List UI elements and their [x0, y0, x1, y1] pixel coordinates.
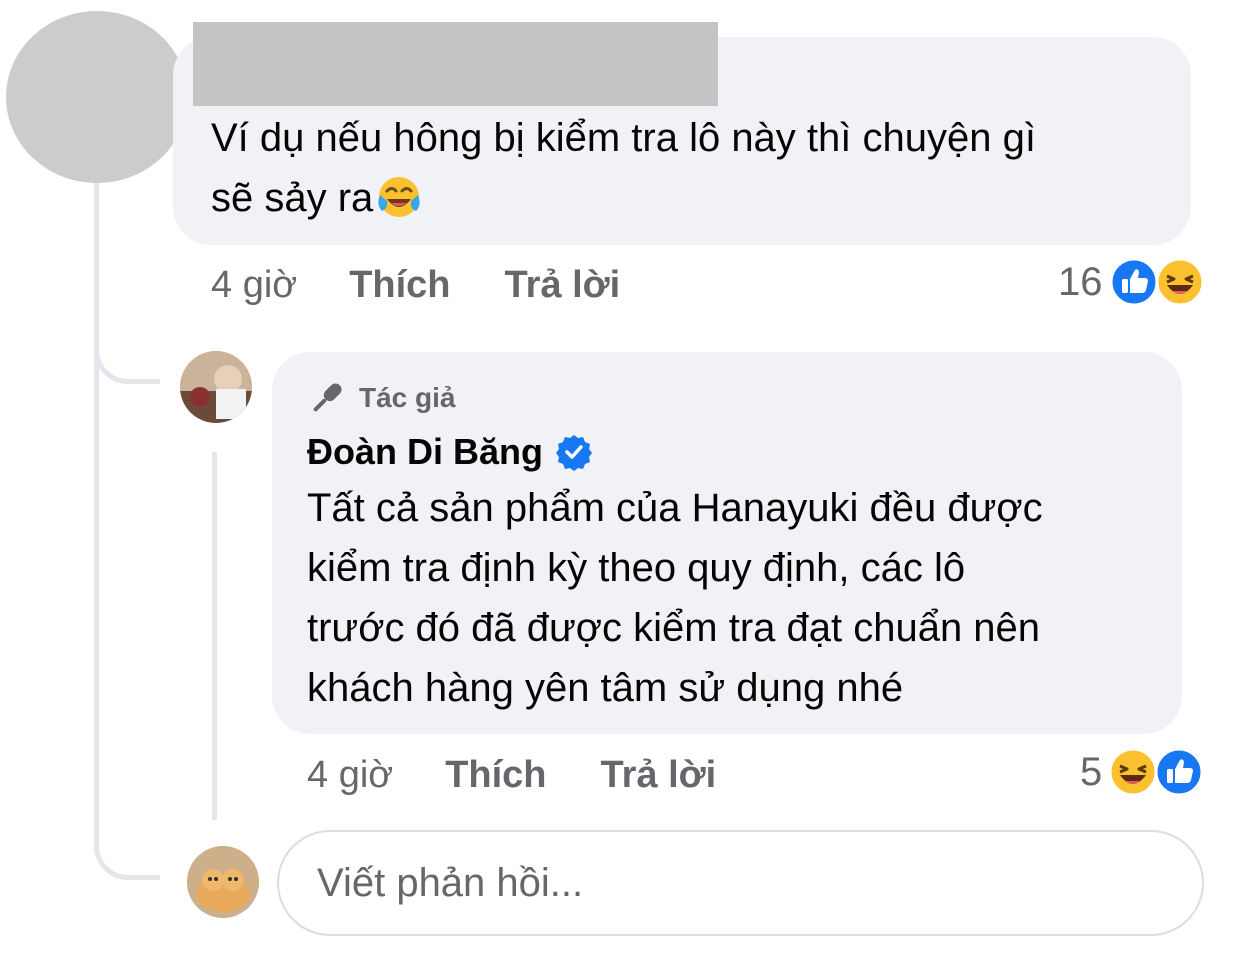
nested-thread-line	[212, 452, 217, 820]
like-reaction-icon	[1154, 747, 1204, 797]
commenter-avatar[interactable]	[6, 11, 188, 183]
verified-badge-icon	[556, 435, 593, 471]
face-with-tears-of-joy-icon	[378, 177, 420, 217]
reply-connector-line	[94, 300, 160, 384]
haha-reaction-icon	[1155, 257, 1204, 307]
thread-line	[94, 180, 160, 880]
reply-reactions[interactable]: 5	[1080, 744, 1204, 800]
author-name[interactable]: Đoàn Di Băng	[307, 431, 543, 473]
reply-composer[interactable]	[277, 830, 1204, 936]
author-badge-label: Tác giả	[359, 382, 456, 413]
reaction-count: 16	[1058, 259, 1103, 304]
reaction-count: 5	[1080, 749, 1103, 794]
reply-text: Tất cả sản phẩm của Hanayuki đều được ki…	[307, 486, 1043, 710]
reply-actions: 4 giờ Thích Trả lời	[307, 752, 716, 798]
comment-actions: 4 giờ Thích Trả lời	[211, 262, 620, 308]
redacted-author-name	[193, 22, 718, 106]
microphone-icon	[313, 383, 342, 412]
current-user-avatar	[187, 846, 259, 918]
reply-button[interactable]: Trả lời	[505, 264, 621, 307]
reply-input[interactable]	[315, 859, 1202, 907]
author-badge: Tác giả	[307, 380, 455, 416]
like-button[interactable]: Thích	[445, 754, 546, 797]
like-reaction-icon	[1109, 257, 1158, 307]
haha-reaction-icon	[1108, 747, 1158, 797]
like-button[interactable]: Thích	[349, 264, 450, 307]
comment-text: Ví dụ nếu hông bị kiểm tra lô này thì ch…	[211, 116, 1036, 220]
reply-timestamp[interactable]: 4 giờ	[307, 754, 393, 797]
comment-reactions[interactable]: 16	[1058, 254, 1205, 310]
author-avatar[interactable]	[180, 351, 252, 423]
comment-timestamp[interactable]: 4 giờ	[211, 264, 297, 307]
reply-author: Đoàn Di Băng	[307, 428, 593, 476]
reply-button[interactable]: Trả lời	[601, 754, 717, 797]
